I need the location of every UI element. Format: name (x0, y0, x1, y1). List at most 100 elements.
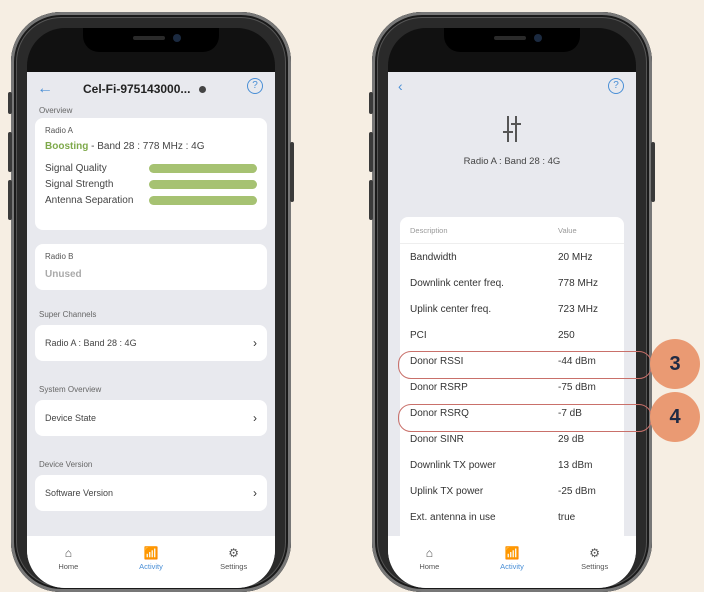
tab-activity[interactable]: 📶 Activity (471, 536, 554, 588)
system-overview-label: System Overview (39, 385, 102, 394)
screen-right: ‹ ? Radio A : Band 28 : 4G Description Va… (388, 28, 636, 588)
tab-bar: ⌂ Home 📶 Activity ⚙ Settings (27, 536, 275, 588)
antenna-separation-label: Antenna Separation (45, 194, 134, 206)
tab-settings-label: Settings (581, 562, 609, 571)
speaker (133, 36, 165, 40)
back-chevron-icon[interactable]: ‹ (398, 78, 403, 94)
table-row: Downlink center freq. 778 MHz (400, 270, 624, 296)
table-row: Bandwidth 20 MHz (400, 244, 624, 270)
radio-a-status: Boosting - Band 28 : 778 MHz : 4G (35, 135, 267, 152)
software-version-text: Software Version (45, 488, 114, 498)
table-row: Ext. antenna in use true (400, 504, 624, 530)
phone-left: ← Cel-Fi-975143000... ? Overview Radio A… (8, 12, 294, 592)
volume-down-button (369, 180, 373, 220)
signal-strength-label: Signal Strength (45, 178, 114, 190)
device-state-text: Device State (45, 413, 97, 423)
tab-home[interactable]: ⌂ Home (27, 536, 110, 588)
radio-b-card[interactable]: Radio B Unused (35, 244, 267, 290)
back-arrow-icon[interactable]: ← (37, 80, 53, 98)
tab-home-label: Home (419, 562, 440, 571)
tab-settings-label: Settings (220, 562, 248, 571)
dropdown-icon[interactable] (199, 86, 206, 93)
value-header: Value (558, 225, 577, 235)
row-description: Downlink center freq. (410, 277, 504, 289)
row-value: true (558, 511, 576, 523)
chevron-right-icon: › (253, 486, 257, 500)
radio-a-details: - Band 28 : 778 MHz : 4G (88, 141, 205, 152)
overview-label: Overview (39, 106, 73, 115)
table-row: Uplink TX power -25 dBm (400, 478, 624, 504)
row-value: 13 dBm (558, 459, 593, 471)
signal-quality-row: Signal Quality (35, 158, 267, 174)
device-version-label: Device Version (39, 460, 93, 469)
tab-home-label: Home (58, 562, 79, 571)
row-description: Downlink TX power (410, 459, 496, 471)
row-value: -25 dBm (558, 485, 596, 497)
row-description: Ext. antenna in use (410, 511, 496, 523)
screen-left: ← Cel-Fi-975143000... ? Overview Radio A… (27, 28, 275, 588)
chevron-right-icon: › (253, 336, 257, 350)
radio-a-label: Radio A (45, 126, 74, 135)
table-header: Description Value (400, 217, 624, 244)
sinr-highlight (398, 404, 652, 432)
signal-quality-label: Signal Quality (45, 162, 107, 174)
table-row: PCI 250 (400, 322, 624, 348)
gear-icon: ⚙ (228, 546, 240, 560)
help-icon[interactable]: ? (247, 78, 263, 94)
boosting-text: Boosting (45, 141, 89, 152)
activity-icon: 📶 (504, 546, 520, 560)
row-description: Bandwidth (410, 251, 457, 263)
row-description: Donor RSRP (410, 381, 468, 393)
radio-b-label: Radio B (45, 252, 74, 261)
signal-strength-bar (149, 179, 257, 189)
chevron-right-icon: › (253, 411, 257, 425)
antenna-separation-bar (149, 195, 257, 205)
signal-strength-row: Signal Strength (35, 174, 267, 190)
rsrp-highlight (398, 351, 652, 379)
signal-quality-bar (149, 163, 257, 173)
volume-down-button (8, 180, 12, 220)
mute-switch (8, 92, 12, 114)
camera (534, 34, 542, 42)
radio-a-card[interactable]: Radio A Boosting - Band 28 : 778 MHz : 4… (35, 118, 267, 230)
tab-home[interactable]: ⌂ Home (388, 536, 471, 588)
device-title: Cel-Fi-975143000... (83, 82, 191, 96)
row-value: -75 dBm (558, 381, 596, 393)
app-left: ← Cel-Fi-975143000... ? Overview Radio A… (27, 72, 275, 588)
phone-right: ‹ ? Radio A : Band 28 : 4G Description Va… (369, 12, 655, 592)
top-bar: ← Cel-Fi-975143000... ? (27, 72, 275, 106)
row-value: 723 MHz (558, 303, 599, 315)
super-channels-label: Super Channels (39, 310, 97, 319)
antenna-separation-row: Antenna Separation (35, 190, 267, 206)
camera (173, 34, 181, 42)
radio-header-text: Radio A : Band 28 : 4G (463, 156, 561, 167)
table-row: Uplink center freq. 723 MHz (400, 296, 624, 322)
device-state-item[interactable]: Device State › (35, 400, 267, 436)
super-channel-text: Radio A : Band 28 : 4G (45, 338, 137, 348)
row-value: 250 (558, 329, 575, 341)
help-icon[interactable]: ? (608, 78, 624, 94)
volume-up-button (369, 132, 373, 172)
callout-badge-3: 3 (650, 339, 700, 389)
gear-icon: ⚙ (589, 546, 601, 560)
tab-activity[interactable]: 📶 Activity (110, 536, 193, 588)
software-version-item[interactable]: Software Version › (35, 475, 267, 511)
power-button (290, 142, 294, 202)
tab-settings[interactable]: ⚙ Settings (192, 536, 275, 588)
app-right: ‹ ? Radio A : Band 28 : 4G Description Va… (388, 72, 636, 588)
notch (444, 28, 580, 52)
callout-badge-4: 4 (650, 392, 700, 442)
table-row: Downlink TX power 13 dBm (400, 452, 624, 478)
tab-activity-label: Activity (500, 562, 524, 571)
row-value: 20 MHz (558, 251, 593, 263)
tab-settings[interactable]: ⚙ Settings (553, 536, 636, 588)
row-description: Donor SINR (410, 433, 464, 445)
tab-bar: ⌂ Home 📶 Activity ⚙ Settings (388, 536, 636, 588)
mute-switch (369, 92, 373, 114)
super-channel-item[interactable]: Radio A : Band 28 : 4G › (35, 325, 267, 361)
top-bar: ‹ ? (388, 72, 636, 106)
notch (83, 28, 219, 52)
row-description: PCI (410, 329, 427, 341)
power-button (651, 142, 655, 202)
row-description: Uplink TX power (410, 485, 484, 497)
